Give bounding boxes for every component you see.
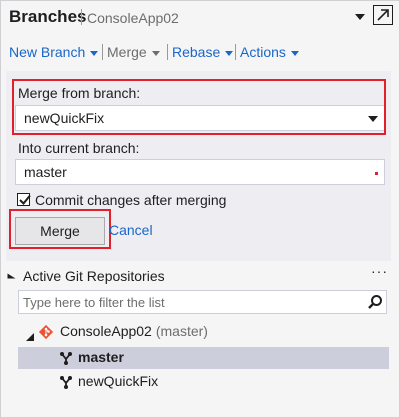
required-marker [375,172,378,175]
repo-name: ConsoleApp02 [60,323,152,339]
rebase-menu-label: Rebase [172,44,221,60]
merge-menu-label: Merge [107,44,147,60]
collapse-icon[interactable] [26,328,34,344]
branch-icon [58,350,74,369]
new-branch-label: New Branch [9,44,86,60]
commit-checkbox[interactable] [17,193,31,206]
chevron-down-icon [225,50,234,56]
branch-name: master [78,349,124,365]
action-bar: New Branch Merge Rebase Actions [1,42,399,64]
merge-button-label: Merge [40,223,80,239]
collapse-icon[interactable] [7,273,16,279]
rebase-menu-button[interactable]: Rebase [172,42,234,62]
separator [235,44,236,60]
new-branch-button[interactable]: New Branch [9,42,99,62]
more-icon[interactable]: ··· [371,263,388,279]
merge-menu-button[interactable]: Merge [107,42,160,62]
merge-from-select[interactable]: newQuickFix [15,105,385,131]
repo-tree-item[interactable]: ConsoleApp02 (master) [18,321,389,343]
filter-input[interactable] [19,291,363,313]
merge-from-value: newQuickFix [24,110,105,126]
branch-name: newQuickFix [78,373,159,389]
branch-item-newquickfix[interactable]: newQuickFix [18,371,389,393]
git-repo-icon [38,324,54,343]
into-branch-value: master [24,164,67,180]
into-branch-field: master [15,159,385,185]
section-title: Active Git Repositories [23,268,165,284]
title-separator [81,9,82,25]
chevron-down-icon [290,50,299,56]
chevron-down-icon [90,50,99,56]
expand-icon[interactable] [373,5,393,25]
chevron-down-icon [368,116,378,122]
repo-current-branch: (master) [155,323,208,339]
repository-name: ConsoleApp02 [87,10,179,26]
chevron-down-icon [151,50,160,56]
filter-box [18,290,387,314]
branch-item-master[interactable]: master [18,347,389,369]
chevron-down-icon[interactable] [353,11,367,23]
into-branch-label: Into current branch: [18,140,140,156]
commit-label: Commit changes after merging [35,192,227,208]
page-title: Branches [9,7,87,26]
cancel-link[interactable]: Cancel [109,222,153,238]
separator [102,44,103,60]
branch-icon [58,374,74,393]
merge-button[interactable]: Merge [15,217,105,245]
merge-from-label: Merge from branch: [18,85,141,101]
search-icon[interactable] [367,294,383,315]
actions-menu-label: Actions [240,44,286,60]
branches-panel: Branches ConsoleApp02 New Branch Merge R… [0,0,400,418]
panel-header: Branches ConsoleApp02 [1,1,399,37]
separator [167,44,168,60]
actions-menu-button[interactable]: Actions [240,42,299,62]
